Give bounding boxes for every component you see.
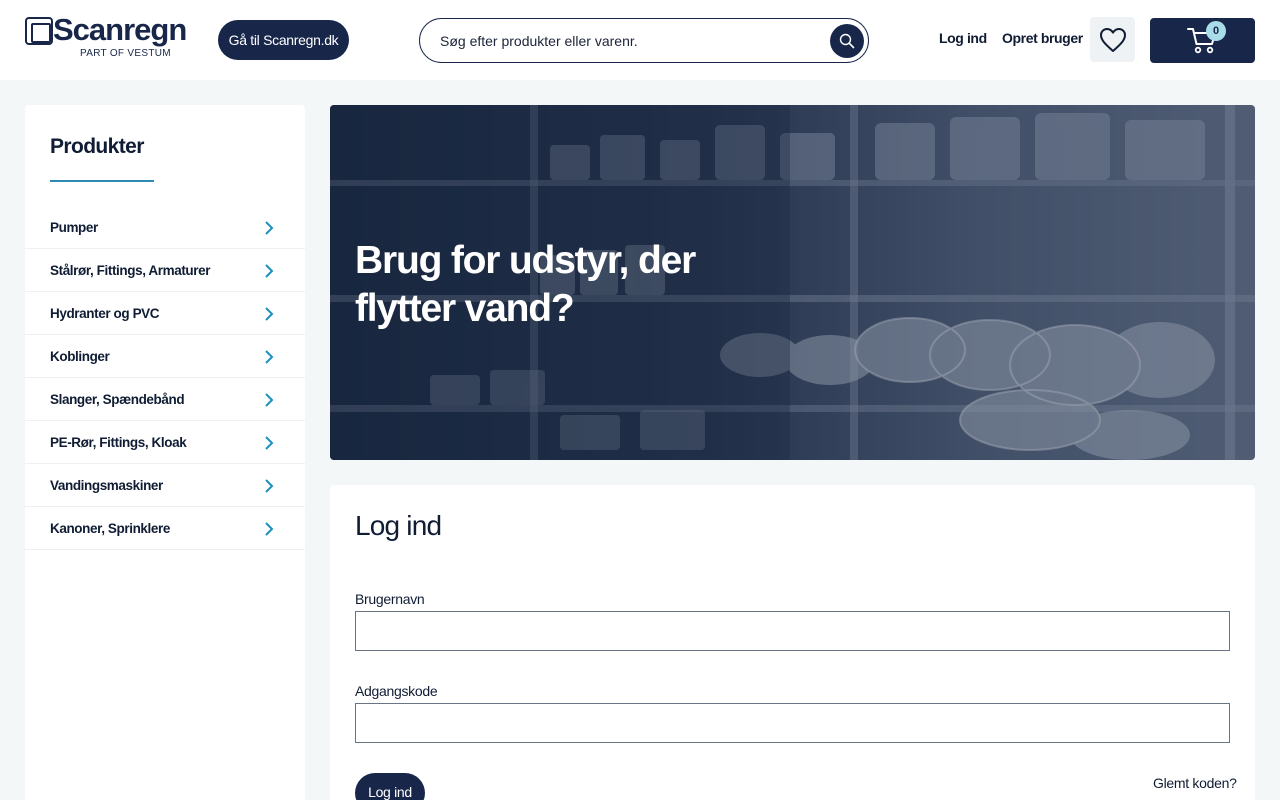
search-input[interactable] [440,29,830,53]
sidebar-item-label: Pumper [50,220,98,235]
chevron-right-icon [265,393,274,407]
username-field[interactable] [355,611,1230,651]
sidebar-item-label: Hydranter og PVC [50,306,160,321]
sidebar-item-label: Kanoner, Sprinklere [50,521,170,536]
logo-subtitle: PART OF VESTUM [80,48,171,59]
login-card: Log ind Brugernavn Adgangskode Log ind G… [330,485,1255,800]
category-list: Pumper Stålrør, Fittings, Armaturer Hydr… [25,206,305,550]
login-title: Log ind [355,510,442,541]
sidebar-item-pumper[interactable]: Pumper [25,206,305,249]
login-link[interactable]: Log ind [939,30,987,46]
hero-heading-line2: flytter vand? [355,287,575,330]
product-sidebar: Produkter Pumper Stålrør, Fittings, Arma… [25,105,305,800]
password-field[interactable] [355,703,1230,743]
logo-text: Scanregn [53,12,187,47]
search-icon [839,33,855,49]
chevron-right-icon [265,264,274,278]
password-label: Adgangskode [355,683,438,699]
chevron-right-icon [265,350,274,364]
sidebar-item-hydranter[interactable]: Hydranter og PVC [25,292,305,335]
register-link[interactable]: Opret bruger [1002,30,1083,46]
chevron-right-icon [265,479,274,493]
sidebar-item-koblinger[interactable]: Koblinger [25,335,305,378]
sidebar-title: Produkter [50,135,144,158]
sidebar-item-stalror[interactable]: Stålrør, Fittings, Armaturer [25,249,305,292]
sidebar-item-kanoner[interactable]: Kanoner, Sprinklere [25,507,305,550]
chevron-right-icon [265,307,274,321]
cart-button[interactable]: 0 [1150,18,1255,63]
search-button[interactable] [830,24,864,58]
username-label: Brugernavn [355,591,425,607]
chevron-right-icon [265,436,274,450]
forgot-password-link[interactable]: Glemt koden? [1153,775,1237,791]
site-header: Scanregn PART OF VESTUM Gå til Scanregn.… [0,0,1280,80]
login-submit-button[interactable]: Log ind [355,773,425,800]
logo-mark-icon [25,17,53,45]
sidebar-item-slanger[interactable]: Slanger, Spændebånd [25,378,305,421]
sidebar-item-label: Vandingsmaskiner [50,478,163,493]
favorites-button[interactable] [1090,17,1135,62]
chevron-right-icon [265,221,274,235]
hero-heading: Brug for udstyr, der flytter vand? [355,237,715,333]
hero-heading-line1: Brug for udstyr, der [355,239,696,282]
cart-count-badge: 0 [1206,21,1226,41]
sidebar-item-label: Koblinger [50,349,110,364]
sidebar-title-underline [50,180,154,182]
sidebar-item-label: PE-Rør, Fittings, Kloak [50,435,187,450]
sidebar-item-label: Slanger, Spændebånd [50,392,185,407]
search-bar [419,18,869,63]
chevron-right-icon [265,522,274,536]
heart-icon [1099,27,1126,52]
sidebar-item-vandingsmaskiner[interactable]: Vandingsmaskiner [25,464,305,507]
sidebar-item-pe-ror[interactable]: PE-Rør, Fittings, Kloak [25,421,305,464]
hero-banner: Brug for udstyr, der flytter vand? [330,105,1255,460]
sidebar-item-label: Stålrør, Fittings, Armaturer [50,263,211,278]
goto-scanregn-button[interactable]: Gå til Scanregn.dk [218,20,349,60]
scanregn-logo[interactable]: Scanregn PART OF VESTUM [25,12,195,60]
